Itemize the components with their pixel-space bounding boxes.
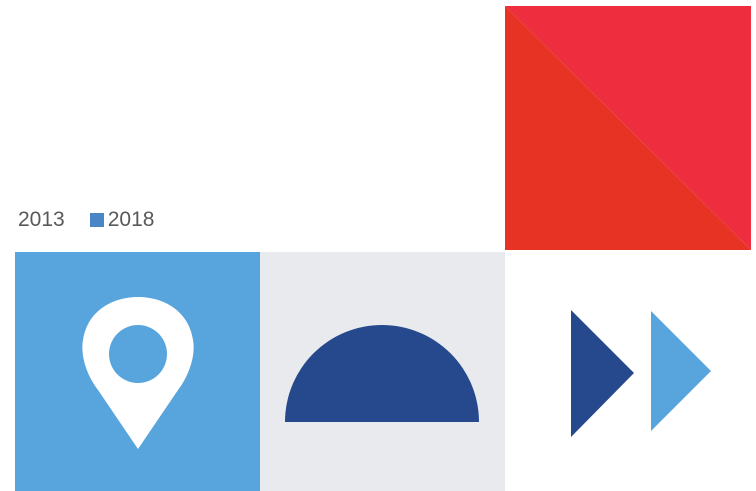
chart-legend: 2013 2018 <box>0 203 200 237</box>
legend-label-2013: 2013 <box>18 208 65 231</box>
map-pin-tile <box>15 252 260 491</box>
fast-forward-icon <box>571 310 711 437</box>
legend-item-2018: 2018 <box>89 208 155 232</box>
fast-forward-tile <box>505 252 751 491</box>
legend-item-2013: 2013 <box>0 208 65 232</box>
diagonal-split-square-icon <box>505 6 751 250</box>
arrow-dark-triangle <box>571 310 634 437</box>
half-circle-icon <box>260 252 505 491</box>
legend-swatch-2018 <box>89 213 104 227</box>
legend-swatch-2013 <box>0 213 14 227</box>
red-diagonal-tile <box>505 6 751 250</box>
map-pin-icon <box>15 252 260 491</box>
arrow-light-triangle <box>651 311 711 431</box>
legend-label-2018: 2018 <box>107 208 155 231</box>
map-pin-hole <box>109 325 167 383</box>
half-circle-tile <box>260 252 505 491</box>
